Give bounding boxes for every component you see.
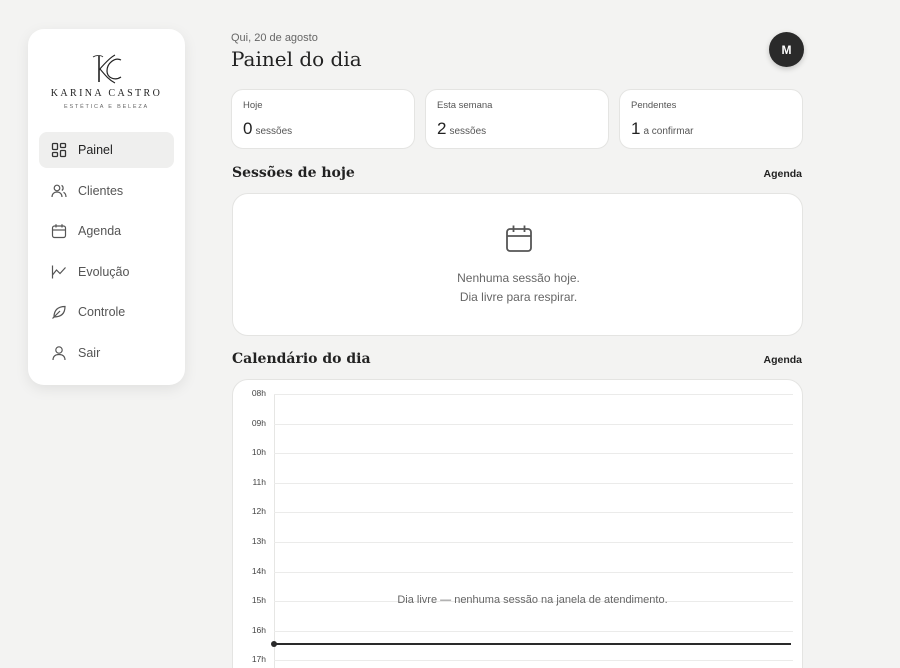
hour-label: 16h (251, 624, 266, 635)
agenda-link[interactable]: Agenda (763, 354, 802, 366)
stat-unit: a confirmar (643, 126, 694, 137)
stat-label: Esta semana (437, 100, 493, 111)
sidebar-item-painel[interactable]: Painel (39, 132, 174, 168)
hour-gridline (274, 571, 793, 573)
time-axis-line (274, 394, 275, 668)
hour-label: 09h (251, 417, 266, 428)
leaf-icon (51, 304, 67, 320)
hour-label: 12h (251, 506, 266, 517)
users-icon (51, 183, 67, 199)
sidebar-item-clientes[interactable]: Clientes (39, 173, 174, 209)
stat-value: 1 (631, 119, 641, 138)
stat-value: 2 (437, 119, 447, 138)
stat-unit: sessões (449, 126, 487, 137)
hour-row: 13h (233, 536, 802, 546)
sidebar-item-controle[interactable]: Controle (39, 294, 174, 330)
sidebar-item-label: Agenda (78, 224, 122, 239)
sidebar: KARINA CASTRO ESTÉTICA E BELEZA Painel C… (28, 29, 185, 385)
sidebar-item-label: Evolução (78, 264, 130, 279)
sidebar-item-sair[interactable]: Sair (39, 335, 174, 371)
current-date: Qui, 20 de agosto (231, 32, 318, 44)
sidebar-item-label: Painel (78, 143, 113, 157)
empty-message: Nenhuma sessão hoje. (457, 271, 580, 285)
stat-value: 0 (243, 119, 253, 138)
hour-row: 08h (233, 388, 802, 398)
hour-row: 10h (233, 447, 802, 457)
hour-label: 14h (251, 565, 266, 576)
sidebar-item-label: Sair (78, 345, 101, 360)
hour-row: 09h (233, 418, 802, 428)
hour-gridline (274, 630, 793, 632)
hour-gridline (274, 542, 793, 543)
stat-label: Pendentes (631, 100, 677, 111)
hour-label: 08h (251, 388, 266, 398)
sidebar-item-label: Controle (78, 305, 126, 320)
today-sessions-card: Nenhuma sessão hoje. Dia livre para resp… (232, 193, 803, 336)
hour-gridline (274, 394, 793, 395)
trend-icon (51, 264, 67, 280)
hour-label: 17h (251, 654, 266, 665)
hour-row: 11h (233, 477, 802, 487)
sidebar-nav: Painel Clientes Agenda Evolução Controle (39, 132, 174, 376)
stat-card-semana: Esta semana 2 sessões (425, 89, 609, 149)
empty-submessage: Dia livre para respirar. (459, 290, 578, 304)
current-time-line (274, 643, 791, 645)
day-calendar: 08h 09h 10h 11h 12h 13h 14h 15h 16h 17h Dia livre… (232, 379, 803, 668)
hour-gridline (274, 482, 793, 484)
hour-row: 16h (233, 625, 802, 635)
avatar[interactable]: M (769, 32, 804, 67)
monogram-logo-icon (92, 54, 121, 84)
hour-row: 14h (233, 566, 802, 576)
brand-tagline: ESTÉTICA E BELEZA (63, 104, 149, 110)
agenda-link[interactable]: Agenda (763, 168, 802, 180)
hour-row: 12h (233, 506, 802, 516)
user-icon (51, 345, 67, 361)
calendar-icon (506, 225, 532, 252)
hour-row: 17h (233, 654, 802, 664)
stat-label: Hoje (243, 100, 263, 111)
grid-icon (51, 142, 67, 158)
sidebar-item-label: Clientes (78, 183, 124, 198)
hour-gridline (274, 660, 793, 662)
page-title: Painel do dia (231, 47, 362, 71)
hour-label: 10h (251, 447, 266, 458)
hour-gridline (274, 453, 793, 455)
section-title-sessions: Sessões de hoje (232, 165, 355, 181)
section-title-calendar: Calendário do dia (232, 351, 371, 367)
hour-gridline (274, 423, 793, 425)
free-day-message: Dia livre — nenhuma sessão na janela de … (397, 594, 668, 606)
hour-label: 11h (252, 476, 266, 487)
stat-card-pendentes: Pendentes 1 a confirmar (619, 89, 803, 149)
current-time-dot (271, 641, 277, 647)
calendar-icon (51, 223, 67, 239)
sidebar-item-agenda[interactable]: Agenda (39, 213, 174, 249)
hour-gridline (274, 512, 793, 514)
stat-card-hoje: Hoje 0 sessões (231, 89, 415, 149)
hour-label: 13h (251, 536, 266, 546)
brand-logo: KARINA CASTRO ESTÉTICA E BELEZA (28, 51, 185, 110)
hour-label: 15h (251, 595, 266, 606)
sidebar-item-evolucao[interactable]: Evolução (39, 254, 174, 290)
stat-unit: sessões (255, 126, 293, 137)
brand-name: KARINA CASTRO (50, 88, 163, 99)
